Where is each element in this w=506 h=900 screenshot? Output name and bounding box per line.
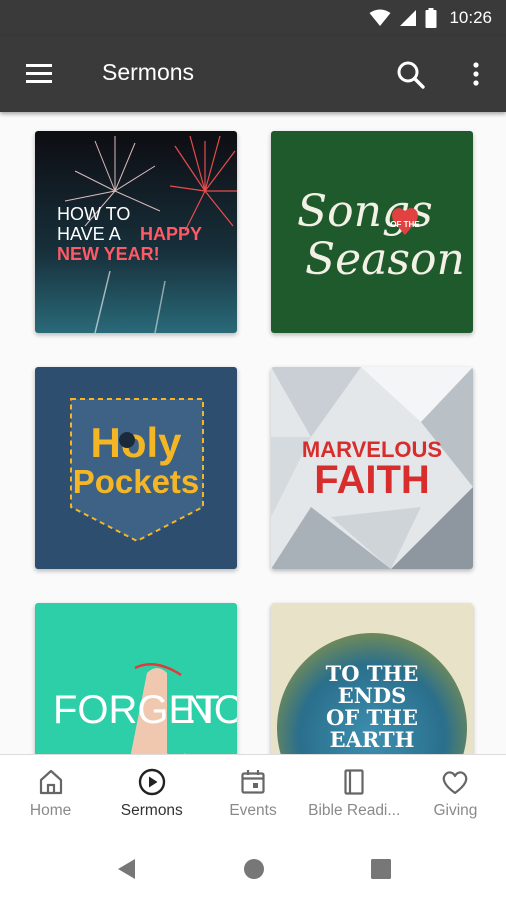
more-vert-icon [473, 62, 479, 86]
nav-item-sermons[interactable]: Sermons [101, 755, 202, 839]
art-line-3: Season [305, 234, 465, 285]
nav-label-home: Home [29, 802, 72, 819]
series-card-holy-pockets[interactable]: Holy Pockets [35, 367, 237, 569]
app-bar: Sermons [0, 36, 506, 112]
home-circle-icon [244, 859, 264, 879]
nav-label-bible-reading: Bible Readi... [308, 802, 401, 819]
back-icon [118, 859, 135, 879]
nav-item-home[interactable]: Home [0, 755, 101, 839]
status-bar: 10:26 [0, 0, 506, 36]
series-artwork: FORGET NOT [35, 603, 237, 754]
series-card-marvelous-faith[interactable]: MARVELOUS FAITH [271, 367, 473, 569]
heart-icon [443, 771, 468, 795]
cellular-icon [400, 10, 417, 26]
series-artwork: Songs OF THE Season [271, 131, 473, 333]
series-artwork: TO THE ENDS OF THE EARTH [271, 603, 473, 754]
search-button[interactable] [394, 58, 428, 92]
system-back-button[interactable] [112, 854, 142, 884]
art-line-4: EARTH [330, 727, 415, 752]
art-line-1: HOW TO [57, 204, 130, 224]
system-navigation-bar [0, 838, 506, 900]
nav-label-events: Events [229, 802, 277, 819]
battery-icon [425, 8, 437, 28]
art-line-2: FAITH [314, 458, 430, 502]
system-recents-button[interactable] [366, 854, 396, 884]
series-card-songs-of-the-season[interactable]: Songs OF THE Season [271, 131, 473, 333]
art-line-4: NEW YEAR! [57, 244, 160, 264]
status-icons: 10:26 [369, 7, 492, 29]
wifi-icon [369, 9, 391, 26]
hamburger-menu-icon [26, 64, 52, 83]
calendar-icon [241, 770, 265, 794]
nav-item-bible-reading[interactable]: Bible Readi... [304, 755, 405, 839]
series-card-forget-not[interactable]: FORGET NOT [35, 603, 237, 754]
search-icon [397, 61, 425, 89]
art-line-2: OF THE [390, 220, 420, 229]
recents-square-icon [371, 859, 391, 879]
more-options-button[interactable] [464, 58, 488, 92]
nav-item-giving[interactable]: Giving [405, 755, 506, 839]
art-line-2: Pockets [73, 463, 200, 500]
art-line-1: Holy [90, 419, 182, 466]
series-artwork: MARVELOUS FAITH [271, 367, 473, 569]
system-home-button[interactable] [239, 854, 269, 884]
home-icon [39, 769, 62, 795]
play-circle-icon [138, 768, 165, 796]
art-line-2: HAVE A [57, 224, 121, 244]
nav-item-events[interactable]: Events [202, 755, 303, 839]
sermon-series-grid: HOW TO HAVE A HAPPY NEW YEAR! Songs OF T… [0, 112, 506, 754]
art-line-3: HAPPY [140, 224, 202, 244]
book-icon [344, 769, 364, 795]
nav-label-giving: Giving [433, 802, 478, 819]
series-artwork: Holy Pockets [35, 367, 237, 569]
series-artwork: HOW TO HAVE A HAPPY NEW YEAR! [35, 131, 237, 333]
series-card-ends-of-the-earth[interactable]: TO THE ENDS OF THE EARTH [271, 603, 473, 754]
bottom-navigation: Home Sermons Events Bible Readi... Givin… [0, 754, 506, 839]
nav-label-sermons: Sermons [120, 802, 183, 819]
series-card-happy-new-year[interactable]: HOW TO HAVE A HAPPY NEW YEAR! [35, 131, 237, 333]
page-title: Sermons [102, 59, 195, 85]
status-time: 10:26 [449, 8, 492, 27]
art-line-2: NOT [185, 688, 237, 732]
menu-button[interactable] [24, 60, 56, 88]
